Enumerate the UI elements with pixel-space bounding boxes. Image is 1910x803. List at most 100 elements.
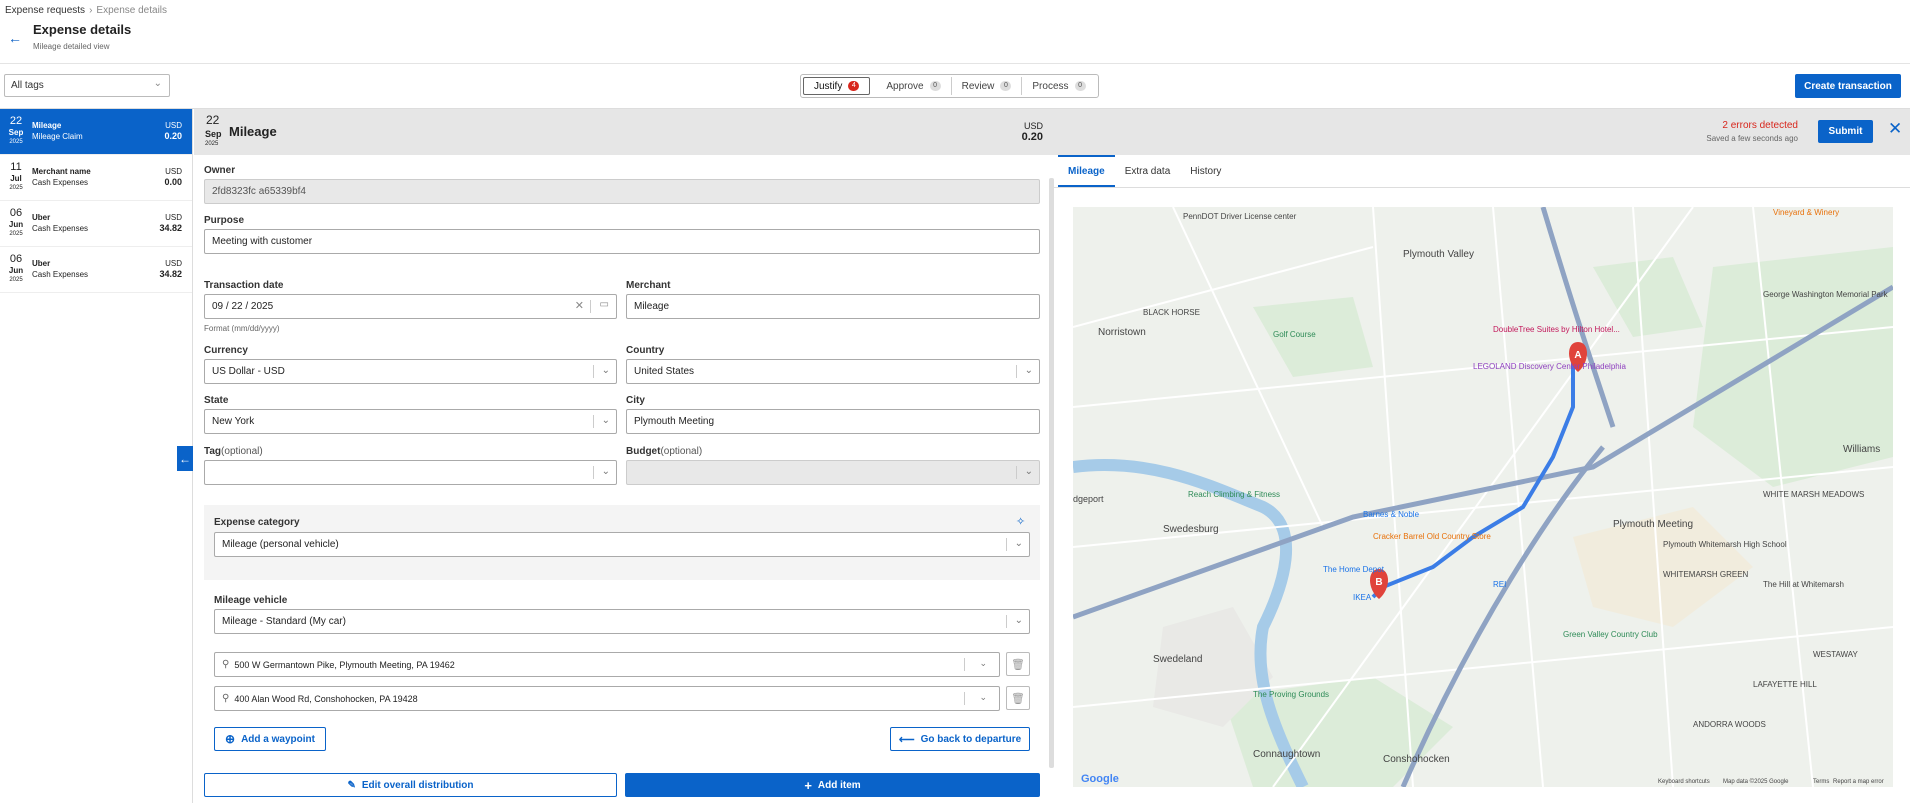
tags-select[interactable]: All tags ⌄ bbox=[4, 74, 170, 97]
tab-label: Approve bbox=[886, 80, 924, 92]
count-badge: 0 bbox=[1000, 81, 1012, 91]
budget-label: Budget(optional) bbox=[626, 446, 702, 457]
breadcrumb-parent[interactable]: Expense requests bbox=[5, 5, 85, 16]
map-label: Swedesburg bbox=[1163, 524, 1219, 535]
tag-select[interactable]: ⌄ bbox=[204, 460, 617, 485]
scrollbar[interactable] bbox=[1049, 178, 1054, 768]
list-item-title: Uber bbox=[32, 213, 51, 222]
collapse-panel-arrow-icon[interactable]: ← bbox=[177, 446, 193, 471]
expense-list: 22 Sep 2025 Mileage Mileage Claim USD 0.… bbox=[0, 109, 193, 803]
tab-history[interactable]: History bbox=[1180, 155, 1231, 187]
submit-button[interactable]: Submit bbox=[1818, 120, 1873, 143]
list-item-subtitle: Mileage Claim bbox=[32, 132, 83, 141]
detail-month: Sep bbox=[205, 129, 222, 139]
chevron-down-icon: ⌄ bbox=[1024, 365, 1033, 376]
add-item-button[interactable]: + Add item bbox=[625, 773, 1040, 797]
svg-text:A: A bbox=[1574, 350, 1581, 361]
tab-justify[interactable]: Justify 4 bbox=[803, 77, 871, 95]
category-value: Mileage (personal vehicle) bbox=[222, 539, 339, 550]
sparkle-icon[interactable]: ✧ bbox=[1016, 515, 1025, 528]
add-waypoint-button[interactable]: ⊕ Add a waypoint bbox=[214, 727, 326, 751]
city-field[interactable]: Plymouth Meeting bbox=[626, 409, 1040, 434]
list-item-subtitle: Cash Expenses bbox=[32, 224, 89, 233]
list-item[interactable]: 22 Sep 2025 Mileage Mileage Claim USD 0.… bbox=[0, 109, 192, 155]
country-value: United States bbox=[634, 366, 695, 377]
waypoint-field[interactable]: ⚲ 400 Alan Wood Rd, Conshohocken, PA 194… bbox=[214, 686, 1000, 711]
clear-icon[interactable]: ✕ bbox=[575, 299, 584, 312]
map-label: Terms bbox=[1813, 779, 1829, 785]
go-back-label: Go back to departure bbox=[920, 733, 1022, 745]
expense-form: Owner 2fd8323fc a65339bf4 Purpose Meetin… bbox=[194, 155, 1056, 803]
list-item-day: 06 bbox=[9, 207, 23, 219]
merchant-value: Mileage bbox=[634, 301, 670, 312]
map-label: Green Valley Country Club bbox=[1563, 630, 1658, 639]
route-map[interactable]: A B Plymouth Valley Norristown BLACK HOR… bbox=[1073, 207, 1893, 787]
currency-select[interactable]: US Dollar - USD ⌄ bbox=[204, 359, 617, 384]
map-label: WHITEMARSH GREEN bbox=[1663, 570, 1749, 579]
list-item-month: Jun bbox=[8, 266, 24, 275]
expense-category-label: Expense category bbox=[214, 517, 300, 528]
merchant-label: Merchant bbox=[626, 280, 671, 291]
state-select[interactable]: New York ⌄ bbox=[204, 409, 617, 434]
go-back-to-departure-button[interactable]: ⟵ Go back to departure bbox=[890, 727, 1030, 751]
map-label: Google bbox=[1081, 773, 1119, 785]
city-value: Plymouth Meeting bbox=[634, 416, 715, 427]
state-value: New York bbox=[212, 416, 255, 427]
list-item-day: 11 bbox=[10, 161, 22, 173]
transaction-date-label: Transaction date bbox=[204, 280, 284, 291]
detail-tabs: Mileage Extra data History bbox=[1054, 155, 1910, 188]
list-item[interactable]: 06 Jun 2025 Uber Cash Expenses USD 34.82 bbox=[0, 247, 192, 293]
purpose-label: Purpose bbox=[204, 215, 245, 226]
tab-mileage[interactable]: Mileage bbox=[1058, 155, 1115, 187]
list-item-amount: 34.82 bbox=[159, 269, 182, 279]
list-item[interactable]: 11 Jul 2025 Merchant name Cash Expenses … bbox=[0, 155, 192, 201]
tab-approve[interactable]: Approve 0 bbox=[876, 77, 952, 95]
svg-text:B: B bbox=[1375, 577, 1382, 588]
mileage-vehicle-label: Mileage vehicle bbox=[214, 595, 288, 606]
error-status[interactable]: 2 errors detected bbox=[1722, 120, 1798, 131]
calendar-icon[interactable]: ▭ bbox=[600, 299, 609, 310]
list-item-currency: USD bbox=[165, 121, 182, 130]
merchant-field[interactable]: Mileage bbox=[626, 294, 1040, 319]
chevron-down-icon: ⌄ bbox=[979, 658, 987, 668]
list-item-year: 2025 bbox=[9, 277, 23, 283]
map-label: WHITE MARSH MEADOWS bbox=[1763, 490, 1864, 499]
tab-extra-data[interactable]: Extra data bbox=[1115, 155, 1181, 187]
add-item-label: Add item bbox=[817, 779, 861, 791]
tag-label: Tag(optional) bbox=[204, 446, 263, 457]
list-item-amount: 34.82 bbox=[159, 223, 182, 233]
mileage-vehicle-select[interactable]: Mileage - Standard (My car) ⌄ bbox=[214, 609, 1030, 634]
breadcrumb: Expense requests › Expense details bbox=[5, 5, 167, 16]
return-arrow-icon: ⟵ bbox=[898, 733, 915, 746]
budget-label-text: Budget bbox=[626, 446, 661, 457]
purpose-value: Meeting with customer bbox=[212, 236, 313, 247]
trash-icon[interactable]: 🗑 bbox=[1006, 652, 1030, 676]
map-label: Conshohocken bbox=[1383, 754, 1450, 765]
owner-label: Owner bbox=[204, 165, 236, 176]
expense-category-select[interactable]: Mileage (personal vehicle) ⌄ bbox=[214, 532, 1030, 557]
map-label: Barnes & Noble bbox=[1363, 510, 1420, 519]
map-label: REI bbox=[1493, 580, 1506, 589]
list-item[interactable]: 06 Jun 2025 Uber Cash Expenses USD 34.82 bbox=[0, 201, 192, 247]
detail-amount: 0.20 bbox=[1021, 131, 1043, 143]
purpose-field[interactable]: Meeting with customer bbox=[204, 229, 1040, 254]
trash-icon[interactable]: 🗑 bbox=[1006, 686, 1030, 710]
map-label: Report a map error bbox=[1833, 779, 1884, 785]
tab-process[interactable]: Process 0 bbox=[1022, 77, 1095, 95]
tab-review[interactable]: Review 0 bbox=[952, 77, 1023, 95]
map-label: Plymouth Valley bbox=[1403, 249, 1474, 260]
list-item-day: 22 bbox=[9, 115, 23, 127]
waypoint-field[interactable]: ⚲ 500 W Germantown Pike, Plymouth Meetin… bbox=[214, 652, 1000, 677]
close-icon[interactable]: ✕ bbox=[1888, 119, 1902, 139]
page-title: Expense details bbox=[33, 22, 132, 37]
list-item-month: Jun bbox=[8, 220, 24, 229]
add-waypoint-label: Add a waypoint bbox=[241, 733, 315, 745]
list-item-title: Uber bbox=[32, 259, 51, 268]
map-label: The Proving Grounds bbox=[1253, 690, 1329, 699]
arrow-left-icon[interactable]: ← bbox=[8, 30, 22, 46]
edit-overall-distribution-button[interactable]: ✎ Edit overall distribution bbox=[204, 773, 617, 797]
create-transaction-button[interactable]: Create transaction bbox=[1795, 74, 1901, 98]
country-select[interactable]: United States ⌄ bbox=[626, 359, 1040, 384]
separator bbox=[593, 365, 594, 378]
transaction-date-field[interactable]: 09 / 22 / 2025 ✕ ▭ bbox=[204, 294, 617, 319]
